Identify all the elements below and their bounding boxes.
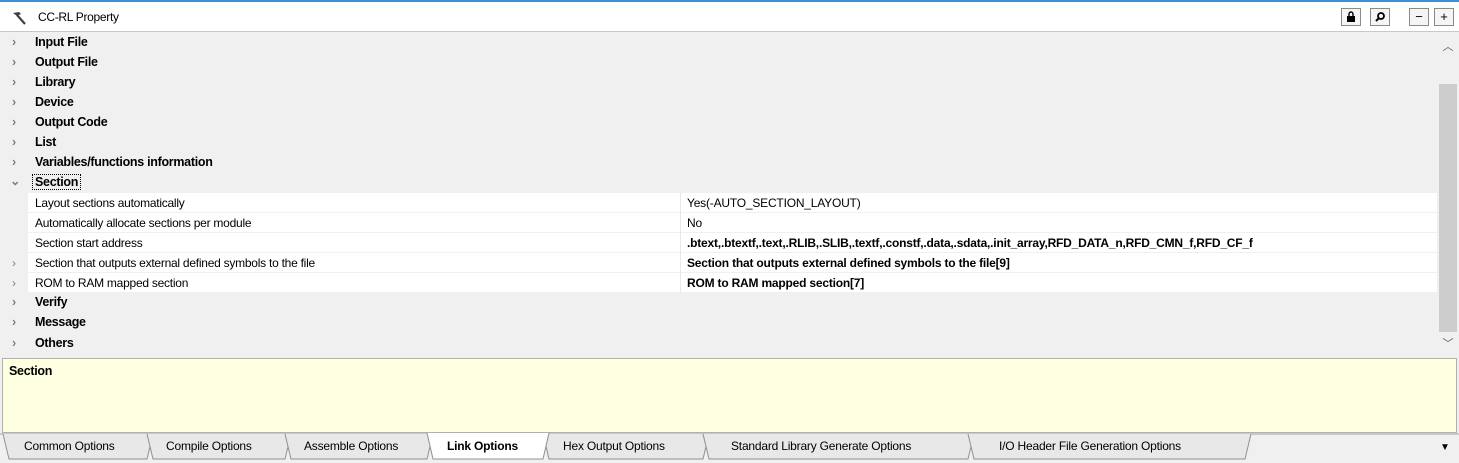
hammer-icon — [13, 12, 26, 25]
category-library[interactable]: › Library — [0, 72, 1437, 92]
chevron-right-icon[interactable]: › — [12, 75, 22, 89]
chevron-right-icon[interactable]: › — [12, 55, 22, 69]
property-value[interactable]: ROM to RAM mapped section[7] — [687, 276, 1435, 290]
property-row[interactable]: Layout sections automatically Yes(-AUTO_… — [0, 193, 1437, 213]
property-name: Section that outputs external defined sy… — [35, 256, 315, 270]
tab-hex-output-options[interactable]: Hex Output Options — [563, 439, 665, 453]
vertical-scrollbar[interactable]: ︿ ﹀ — [1437, 32, 1459, 353]
chevron-right-icon[interactable]: › — [12, 115, 22, 129]
property-row[interactable]: Section start address .btext,.btextf,.te… — [0, 233, 1437, 253]
tab-standard-library-generate-options[interactable]: Standard Library Generate Options — [731, 439, 911, 453]
panel-title-bar: CC-RL Property − + — [0, 2, 1459, 32]
category-verify[interactable]: › Verify — [0, 292, 1437, 312]
search-icon — [1375, 12, 1385, 22]
property-value[interactable]: No — [687, 216, 1435, 230]
property-grid: › Input File › Output File › Library › D… — [0, 32, 1437, 353]
chevron-right-icon[interactable]: › — [12, 135, 22, 149]
tab-overflow-arrow-icon[interactable]: ▼ — [1440, 442, 1450, 453]
tab-compile-options[interactable]: Compile Options — [166, 439, 252, 453]
category-list[interactable]: › List — [0, 132, 1437, 152]
scrollbar-thumb[interactable] — [1439, 84, 1457, 332]
category-device[interactable]: › Device — [0, 92, 1437, 112]
tab-io-header-file-generation-options[interactable]: I/O Header File Generation Options — [999, 439, 1181, 453]
collapse-button[interactable]: − — [1409, 8, 1429, 26]
property-name: Automatically allocate sections per modu… — [35, 216, 252, 230]
property-name: Layout sections automatically — [35, 196, 185, 210]
panel-title: CC-RL Property — [38, 10, 119, 24]
plus-icon: + — [1440, 9, 1448, 24]
property-name: Section start address — [35, 236, 143, 250]
property-row[interactable]: › Section that outputs external defined … — [0, 253, 1437, 273]
description-panel: Section — [2, 358, 1457, 433]
chevron-right-icon[interactable]: › — [12, 276, 16, 290]
category-others[interactable]: › Others — [0, 333, 1437, 353]
tab-assemble-options[interactable]: Assemble Options — [304, 439, 398, 453]
lock-icon — [1347, 11, 1355, 22]
chevron-right-icon[interactable]: › — [12, 35, 22, 49]
chevron-right-icon[interactable]: › — [12, 256, 16, 270]
search-button[interactable] — [1370, 8, 1390, 26]
expand-button[interactable]: + — [1434, 8, 1454, 26]
tab-link-options[interactable]: Link Options — [447, 439, 518, 453]
category-output-file[interactable]: › Output File — [0, 52, 1437, 72]
options-tab-bar: Common Options Compile Options Assemble … — [0, 433, 1459, 463]
chevron-down-icon[interactable]: ⌄ — [10, 173, 20, 188]
chevron-right-icon[interactable]: › — [12, 295, 22, 309]
category-section[interactable]: ⌄ Section — [0, 172, 1437, 192]
property-row[interactable]: › ROM to RAM mapped section ROM to RAM m… — [0, 273, 1437, 293]
chevron-right-icon[interactable]: › — [12, 315, 22, 329]
tab-common-options[interactable]: Common Options — [24, 439, 115, 453]
scroll-down-icon[interactable]: ﹀ — [1442, 335, 1454, 350]
lock-button[interactable] — [1341, 8, 1361, 26]
description-title: Section — [9, 364, 53, 378]
property-value[interactable]: Section that outputs external defined sy… — [687, 256, 1435, 270]
category-input-file[interactable]: › Input File — [0, 32, 1437, 52]
scroll-up-icon[interactable]: ︿ — [1442, 38, 1454, 53]
category-variables-functions[interactable]: › Variables/functions information — [0, 152, 1437, 172]
property-name: ROM to RAM mapped section — [35, 276, 189, 290]
section-label: Section — [32, 174, 82, 190]
property-value[interactable]: Yes(-AUTO_SECTION_LAYOUT) — [687, 196, 1435, 210]
minus-icon: − — [1415, 9, 1423, 24]
chevron-right-icon[interactable]: › — [12, 95, 22, 109]
chevron-right-icon[interactable]: › — [12, 336, 22, 350]
category-message[interactable]: › Message — [0, 312, 1437, 332]
category-output-code[interactable]: › Output Code — [0, 112, 1437, 132]
property-value[interactable]: .btext,.btextf,.text,.RLIB,.SLIB,.textf,… — [687, 236, 1435, 250]
property-row[interactable]: Automatically allocate sections per modu… — [0, 213, 1437, 233]
chevron-right-icon[interactable]: › — [12, 155, 22, 169]
